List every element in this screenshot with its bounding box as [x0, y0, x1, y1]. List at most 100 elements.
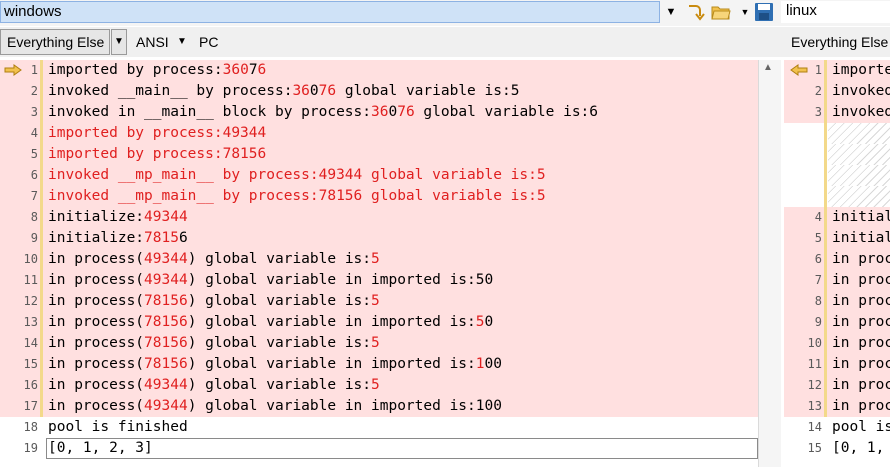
- line-number: 5: [30, 147, 38, 161]
- line-number: 3: [814, 105, 822, 119]
- left-line-row[interactable]: 5 imported by process:78156: [0, 144, 758, 165]
- left-line-row[interactable]: 13 in process(78156) global variable in i…: [0, 312, 758, 333]
- open-dropdown[interactable]: ▼: [737, 3, 753, 21]
- left-line-row[interactable]: 8 initialize:49344: [0, 207, 758, 228]
- right-line-row[interactable]: 13 in proc: [784, 396, 890, 417]
- left-line-text: imported by process:36076: [48, 60, 266, 81]
- right-file-pane[interactable]: 1 importe 2 invoked 3 invoked 4 initial 5 initial…: [784, 60, 890, 467]
- text-segment: in process(: [48, 272, 145, 288]
- diff-bracket: [824, 270, 827, 291]
- line-number: 7: [30, 189, 38, 203]
- text-segment: imported by process:: [48, 62, 223, 78]
- left-line-row[interactable]: 9 initialize:78156: [0, 228, 758, 249]
- text-segment: 78156: [144, 335, 188, 351]
- text-segment: 0: [388, 104, 398, 120]
- encoding-label[interactable]: ANSI: [136, 29, 169, 55]
- left-format-dropdown[interactable]: ▼: [111, 29, 127, 55]
- right-line-row[interactable]: 5 initial: [784, 228, 890, 249]
- left-format-selector[interactable]: Everything Else: [0, 29, 110, 55]
- right-line-row[interactable]: 11 in proc: [784, 354, 890, 375]
- diff-bracket: [824, 207, 827, 228]
- text-segment: in process(: [48, 251, 145, 267]
- line-number: 6: [30, 168, 38, 182]
- left-line-row[interactable]: 14 in process(78156) global variable is:5: [0, 333, 758, 354]
- left-line-row[interactable]: 18 pool is finished: [0, 417, 758, 438]
- line-number: 15: [807, 441, 822, 455]
- right-line-row[interactable]: 12 in proc: [784, 375, 890, 396]
- text-segment: in process(: [48, 356, 145, 372]
- left-file-pane[interactable]: 1 imported by process:36076 2 invoked __mai…: [0, 60, 758, 467]
- encoding-dropdown-icon[interactable]: ▼: [177, 29, 187, 55]
- text-segment: 76: [397, 104, 415, 120]
- right-line-row[interactable]: 9 in proc: [784, 312, 890, 333]
- right-line-row[interactable]: 14 pool is: [784, 417, 890, 438]
- text-segment: 360: [222, 62, 249, 78]
- text-segment: in process(: [48, 314, 145, 330]
- diff-bracket: [40, 270, 43, 291]
- text-segment: ) global variable is:: [187, 251, 372, 267]
- left-line-row[interactable]: 3 invoked in __main__ block by process:36…: [0, 102, 758, 123]
- right-missing-line[interactable]: [828, 186, 890, 207]
- line-number: 12: [807, 378, 822, 392]
- right-line-row[interactable]: 3 invoked: [784, 102, 890, 123]
- right-line-row[interactable]: 2 invoked: [784, 81, 890, 102]
- diff-bracket: [824, 123, 827, 144]
- left-line-row[interactable]: 7 invoked __mp_main__ by process:78156 gl…: [0, 186, 758, 207]
- next-diff-arrow-icon[interactable]: [4, 64, 22, 76]
- scroll-up-icon[interactable]: ▲: [763, 62, 773, 73]
- right-line-row[interactable]: 7 in proc: [784, 270, 890, 291]
- diff-bracket: [40, 375, 43, 396]
- left-line-row[interactable]: 17 in process(49344) global variable in i…: [0, 396, 758, 417]
- swap-icon[interactable]: [685, 2, 705, 22]
- text-segment: 36: [371, 104, 389, 120]
- right-line-row[interactable]: 4 initial: [784, 207, 890, 228]
- left-line-row[interactable]: 2 invoked __main__ by process:36076 globa…: [0, 81, 758, 102]
- left-line-row[interactable]: 4 imported by process:49344: [0, 123, 758, 144]
- left-vertical-scrollbar[interactable]: ▲: [758, 60, 781, 467]
- right-path-input[interactable]: linux: [781, 1, 890, 23]
- right-line-row[interactable]: 15 [0, 1,: [784, 438, 890, 459]
- right-line-row[interactable]: 10 in proc: [784, 333, 890, 354]
- left-line-row[interactable]: 1 imported by process:36076: [0, 60, 758, 81]
- line-number: 4: [814, 210, 822, 224]
- left-line-row[interactable]: 10 in process(49344) global variable is:5: [0, 249, 758, 270]
- prev-diff-arrow-icon[interactable]: [790, 64, 808, 76]
- right-missing-line[interactable]: [828, 165, 890, 186]
- diff-bracket: [824, 291, 827, 312]
- text-segment: 5: [371, 335, 380, 351]
- line-number: 13: [807, 399, 822, 413]
- text-segment: global variable is:6: [414, 104, 599, 120]
- right-missing-line[interactable]: [828, 144, 890, 165]
- right-format-selector[interactable]: Everything Else: [791, 29, 888, 55]
- left-line-row[interactable]: 11 in process(49344) global variable in i…: [0, 270, 758, 291]
- diff-bracket: [40, 228, 43, 249]
- left-line-row[interactable]: 6 invoked __mp_main__ by process:49344 gl…: [0, 165, 758, 186]
- left-path-input[interactable]: windows: [0, 1, 660, 23]
- diff-bracket: [824, 81, 827, 102]
- text-segment: pool is finished: [48, 419, 188, 435]
- diff-bracket: [824, 249, 827, 270]
- line-number: 11: [23, 273, 38, 287]
- left-line-text: invoked in __main__ block by process:360…: [48, 102, 598, 123]
- line-number: 10: [807, 336, 822, 350]
- left-line-row[interactable]: 15 in process(78156) global variable in i…: [0, 354, 758, 375]
- text-segment: invoked in __main__ block by process:: [48, 104, 372, 120]
- right-line-row[interactable]: 8 in proc: [784, 291, 890, 312]
- open-folder-icon[interactable]: [711, 2, 731, 22]
- diff-bracket: [40, 396, 43, 417]
- current-line-indicator: [46, 438, 758, 459]
- line-ending-label[interactable]: PC: [199, 29, 218, 55]
- left-line-row[interactable]: 12 in process(78156) global variable is:5: [0, 291, 758, 312]
- right-missing-line[interactable]: [828, 123, 890, 144]
- left-line-row[interactable]: 16 in process(49344) global variable is:5: [0, 375, 758, 396]
- text-segment: imported by process:78156: [48, 146, 267, 162]
- diff-bracket: [40, 249, 43, 270]
- diff-bracket: [40, 165, 43, 186]
- line-number: 12: [23, 294, 38, 308]
- save-icon[interactable]: [754, 2, 774, 22]
- right-line-row[interactable]: 6 in proc: [784, 249, 890, 270]
- diff-bracket: [40, 291, 43, 312]
- left-path-dropdown[interactable]: ▼: [663, 3, 679, 21]
- text-segment: 7815: [144, 230, 179, 246]
- line-number: 14: [23, 336, 38, 350]
